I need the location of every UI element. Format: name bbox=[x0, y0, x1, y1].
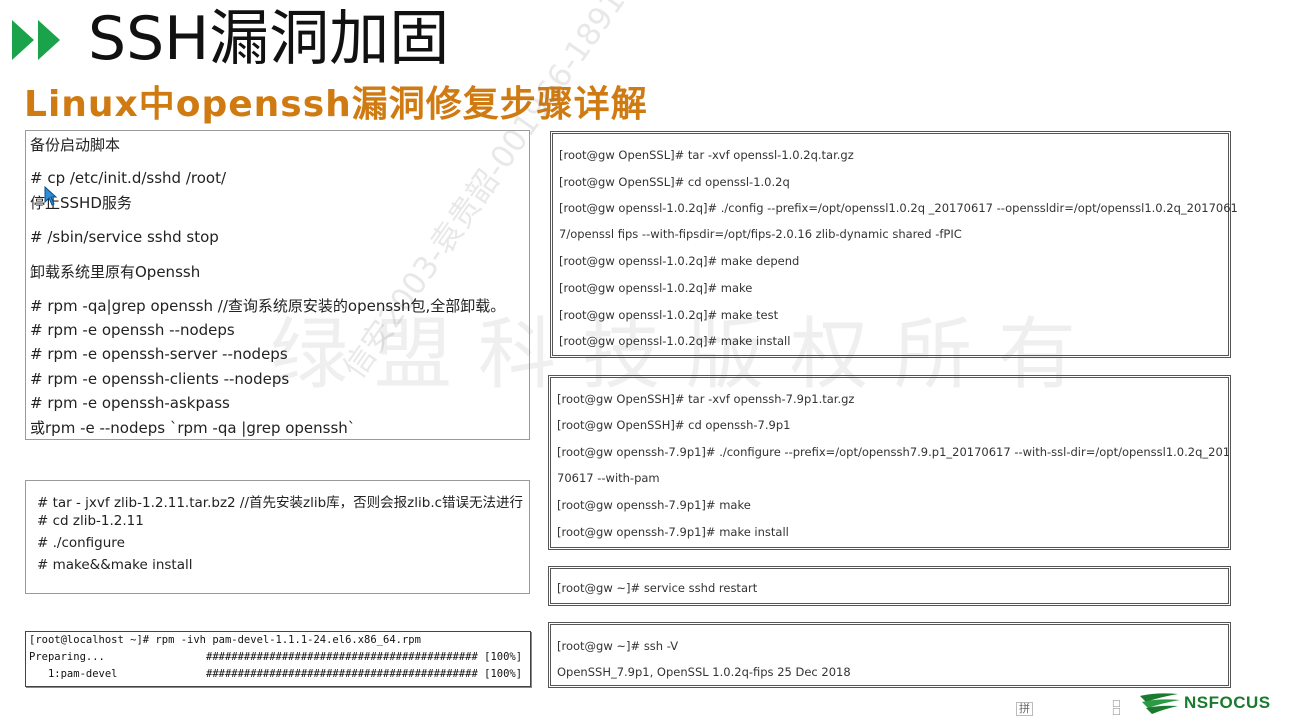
code-line: 备份启动脚本 bbox=[30, 136, 121, 154]
backup-uninstall-panel: 备份启动脚本 # cp /etc/init.d/sshd /root/ 停止SS… bbox=[25, 130, 530, 440]
terminal-line: [root@gw openssl-1.0.2q]# make test bbox=[559, 308, 779, 322]
page-title: SSH漏洞加固 bbox=[88, 4, 450, 74]
mouse-cursor-icon bbox=[44, 185, 58, 210]
terminal-line: [root@gw OpenSSL]# cd openssl-1.0.2q bbox=[559, 175, 790, 189]
code-line: # rpm -e openssh-clients --nodeps bbox=[30, 370, 290, 388]
code-line: # cp /etc/init.d/sshd /root/ bbox=[30, 169, 227, 187]
terminal-line: [root@gw OpenSSH]# cd openssh-7.9p1 bbox=[557, 418, 791, 432]
zlib-install-panel: # tar - jxvf zlib-1.2.11.tar.bz2 //首先安装z… bbox=[25, 480, 530, 594]
code-line: # rpm -e openssh-askpass bbox=[30, 394, 230, 412]
code-line: # make&&make install bbox=[37, 557, 193, 573]
terminal-line: [root@gw ~]# service sshd restart bbox=[557, 581, 758, 595]
terminal-line: Preparing... ###########################… bbox=[29, 651, 523, 663]
ime-small-indicator: □ □ bbox=[1112, 699, 1121, 717]
code-line: # rpm -e openssh-server --nodeps bbox=[30, 345, 288, 363]
code-line: 卸载系统里原有Openssh bbox=[30, 263, 201, 281]
terminal-line: [root@localhost ~]# rpm -ivh pam-devel-1… bbox=[29, 634, 421, 646]
ime-indicator[interactable]: 拼 bbox=[1016, 702, 1033, 716]
terminal-line: [root@gw openssl-1.0.2q]# make install bbox=[559, 334, 791, 348]
terminal-line: [root@gw openssh-7.9p1]# make bbox=[557, 498, 751, 512]
terminal-line: [root@gw OpenSSL]# tar -xvf openssl-1.0.… bbox=[559, 148, 854, 162]
terminal-line: 70617 --with-pam bbox=[557, 471, 660, 485]
code-line: 或rpm -e --nodeps `rpm -qa |grep openssh` bbox=[30, 419, 356, 437]
terminal-line: [root@gw openssl-1.0.2q]# ./config --pre… bbox=[559, 201, 1238, 215]
nsfocus-logo: NSFOCUS bbox=[1138, 690, 1292, 718]
terminal-line: [root@gw openssh-7.9p1]# ./configure --p… bbox=[557, 445, 1231, 459]
title-chevrons-icon bbox=[10, 18, 70, 62]
terminal-line: [root@gw ~]# ssh -V bbox=[557, 639, 679, 653]
openssh-build-panel: [root@gw OpenSSH]# tar -xvf openssh-7.9p… bbox=[548, 375, 1231, 550]
code-line: # /sbin/service sshd stop bbox=[30, 228, 219, 246]
ssh-version-panel: [root@gw ~]# ssh -V OpenSSH_7.9p1, OpenS… bbox=[548, 622, 1231, 688]
terminal-line: [root@gw openssl-1.0.2q]# make depend bbox=[559, 254, 800, 268]
code-line: # rpm -e openssh --nodeps bbox=[30, 321, 235, 339]
sshd-restart-panel: [root@gw ~]# service sshd restart bbox=[548, 566, 1231, 606]
code-line: # ./configure bbox=[37, 535, 125, 551]
terminal-line: 7/openssl fips --with-fipsdir=/opt/fips-… bbox=[559, 227, 962, 241]
terminal-line: OpenSSH_7.9p1, OpenSSL 1.0.2q-fips 25 De… bbox=[557, 665, 851, 679]
nsfocus-logo-icon bbox=[1140, 693, 1180, 714]
openssl-build-panel: [root@gw OpenSSL]# tar -xvf openssl-1.0.… bbox=[550, 131, 1238, 358]
terminal-line: [root@gw openssl-1.0.2q]# make bbox=[559, 281, 753, 295]
terminal-line: [root@gw OpenSSH]# tar -xvf openssh-7.9p… bbox=[557, 392, 855, 406]
logo-text: NSFOCUS bbox=[1184, 693, 1271, 712]
code-line: # cd zlib-1.2.11 bbox=[37, 513, 144, 529]
terminal-line: [root@gw openssh-7.9p1]# make install bbox=[557, 525, 789, 539]
code-line: # tar - jxvf zlib-1.2.11.tar.bz2 //首先安装z… bbox=[37, 495, 524, 511]
code-line: # rpm -qa|grep openssh //查询系统原安装的openssh… bbox=[30, 297, 506, 315]
pam-devel-terminal-panel: [root@localhost ~]# rpm -ivh pam-devel-1… bbox=[25, 631, 531, 687]
terminal-line: 1:pam-devel ############################… bbox=[29, 668, 523, 680]
